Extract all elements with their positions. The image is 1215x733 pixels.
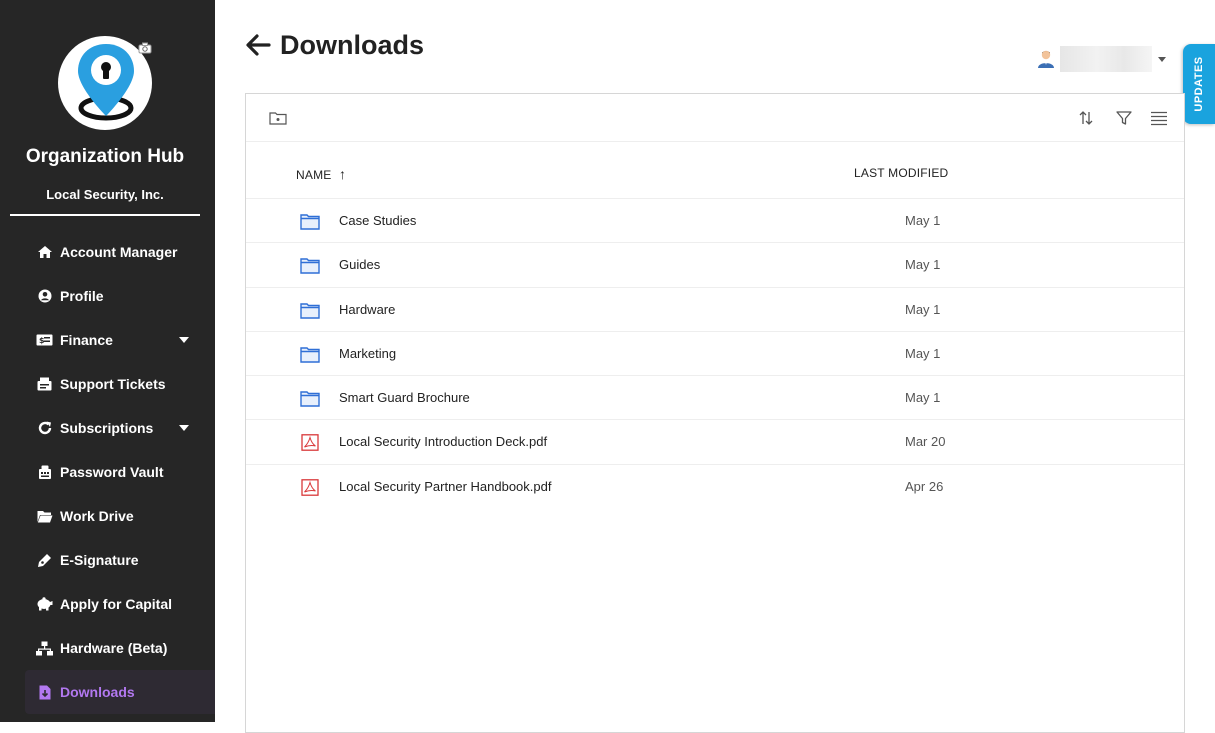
chevron-down-icon[interactable] — [179, 425, 189, 431]
sidebar-item-label: Support Tickets — [60, 376, 166, 392]
refresh-icon — [36, 420, 53, 436]
file-modified: May 1 — [905, 345, 941, 361]
sidebar-item-label: Downloads — [60, 684, 135, 700]
folder-icon — [300, 258, 320, 274]
sidebar-item-account-manager[interactable]: Account Manager — [25, 230, 215, 274]
back-arrow-icon[interactable] — [245, 32, 271, 58]
folder-open-icon — [36, 508, 53, 524]
folder-icon — [300, 347, 320, 363]
folder-icon — [300, 302, 320, 319]
pen-icon — [36, 552, 53, 568]
money-bill-icon: $ — [36, 332, 53, 348]
filter-icon[interactable] — [1114, 108, 1134, 128]
sidebar-item-e-signature[interactable]: E-Signature — [25, 538, 215, 582]
org-title: Organization Hub — [25, 146, 185, 167]
sidebar-item-profile[interactable]: Profile — [25, 274, 215, 318]
sort-icon[interactable] — [1076, 108, 1096, 128]
org-subtitle: Local Security, Inc. — [46, 187, 164, 202]
file-name[interactable]: Local Security Partner Handbook.pdf — [339, 479, 551, 494]
file-modified: Apr 26 — [905, 478, 944, 494]
sidebar-item-downloads[interactable]: Downloads — [25, 670, 215, 714]
caret-down-icon[interactable] — [1158, 56, 1166, 62]
file-list: Case Studies May 1 Guides May 1 Hardware… — [246, 199, 1184, 509]
sidebar: Organization Hub Local Security, Inc. Ac… — [0, 0, 215, 722]
folder-icon — [300, 214, 320, 230]
table-row[interactable]: Case Studies May 1 — [246, 199, 1184, 244]
sort-ascending-icon: ↑ — [339, 166, 347, 182]
camera-icon[interactable] — [138, 42, 152, 54]
pdf-icon — [301, 478, 319, 496]
sidebar-item-finance[interactable]: $ Finance — [25, 318, 215, 362]
file-download-icon — [36, 684, 53, 700]
updates-tab[interactable]: UPDATES — [1183, 44, 1215, 124]
folder-icon — [300, 391, 320, 407]
file-browser-panel: NAME ↑ LAST MODIFIED Case Studies May 1 … — [245, 93, 1185, 733]
sidebar-item-label: Password Vault — [60, 464, 164, 480]
sidebar-item-label: Finance — [60, 332, 113, 348]
sidebar-item-hardware-beta[interactable]: Hardware (Beta) — [25, 626, 215, 670]
column-header-name[interactable]: NAME ↑ — [296, 166, 346, 182]
sidebar-item-label: Profile — [60, 288, 104, 304]
user-circle-icon — [36, 288, 53, 304]
file-modified: May 1 — [905, 390, 941, 406]
sidebar-item-support-tickets[interactable]: Support Tickets — [25, 362, 215, 406]
table-row[interactable]: Hardware May 1 — [246, 288, 1184, 332]
table-row[interactable]: Marketing May 1 — [246, 332, 1184, 377]
sidebar-nav: Account Manager Profile $ Finance Suppor… — [25, 230, 215, 714]
file-modified: May 1 — [905, 301, 941, 317]
piggy-bank-icon — [36, 596, 53, 612]
file-name[interactable]: Case Studies — [339, 213, 416, 228]
sidebar-item-label: Apply for Capital — [60, 596, 173, 612]
sidebar-item-subscriptions[interactable]: Subscriptions — [25, 406, 215, 450]
divider — [10, 214, 200, 216]
table-row[interactable]: Smart Guard Brochure May 1 — [246, 376, 1184, 421]
page-header: Downloads — [245, 28, 424, 62]
table-row[interactable]: Guides May 1 — [246, 243, 1184, 288]
sidebar-item-password-vault[interactable]: Password Vault — [25, 450, 215, 494]
pdf-icon — [301, 434, 319, 452]
file-name[interactable]: Smart Guard Brochure — [339, 390, 470, 405]
updates-label: UPDATES — [1193, 56, 1205, 112]
sidebar-item-label: Work Drive — [60, 508, 134, 524]
column-header-last-modified[interactable]: LAST MODIFIED — [854, 166, 948, 180]
sidebar-item-apply-for-capital[interactable]: Apply for Capital — [25, 582, 215, 626]
new-folder-icon[interactable] — [268, 108, 288, 128]
user-menu[interactable] — [1036, 46, 1166, 72]
file-name[interactable]: Marketing — [339, 346, 396, 361]
file-name[interactable]: Guides — [339, 257, 380, 272]
file-modified: Mar 20 — [905, 434, 946, 450]
sidebar-item-label: Hardware (Beta) — [60, 640, 168, 656]
file-modified: May 1 — [905, 257, 941, 273]
file-toolbar — [246, 94, 1184, 142]
page-title: Downloads — [280, 29, 425, 60]
file-modified: May 1 — [905, 213, 941, 228]
sidebar-item-label: Subscriptions — [60, 420, 154, 436]
network-icon — [36, 640, 53, 656]
table-row[interactable]: Local Security Introduction Deck.pdf Mar… — [246, 420, 1184, 465]
sidebar-item-work-drive[interactable]: Work Drive — [25, 494, 215, 538]
file-name[interactable]: Local Security Introduction Deck.pdf — [339, 434, 547, 449]
vault-icon — [36, 464, 53, 480]
user-name-redacted[interactable] — [1060, 46, 1152, 72]
avatar[interactable] — [1036, 49, 1056, 69]
list-view-icon[interactable] — [1149, 108, 1169, 128]
file-name[interactable]: Hardware — [339, 302, 395, 317]
chevron-down-icon[interactable] — [179, 337, 189, 343]
ticket-icon — [36, 376, 53, 392]
sidebar-item-label: E-Signature — [60, 552, 139, 568]
table-row[interactable]: Local Security Partner Handbook.pdf Apr … — [246, 465, 1184, 509]
sidebar-item-label: Account Manager — [60, 244, 178, 260]
home-icon — [36, 244, 53, 260]
